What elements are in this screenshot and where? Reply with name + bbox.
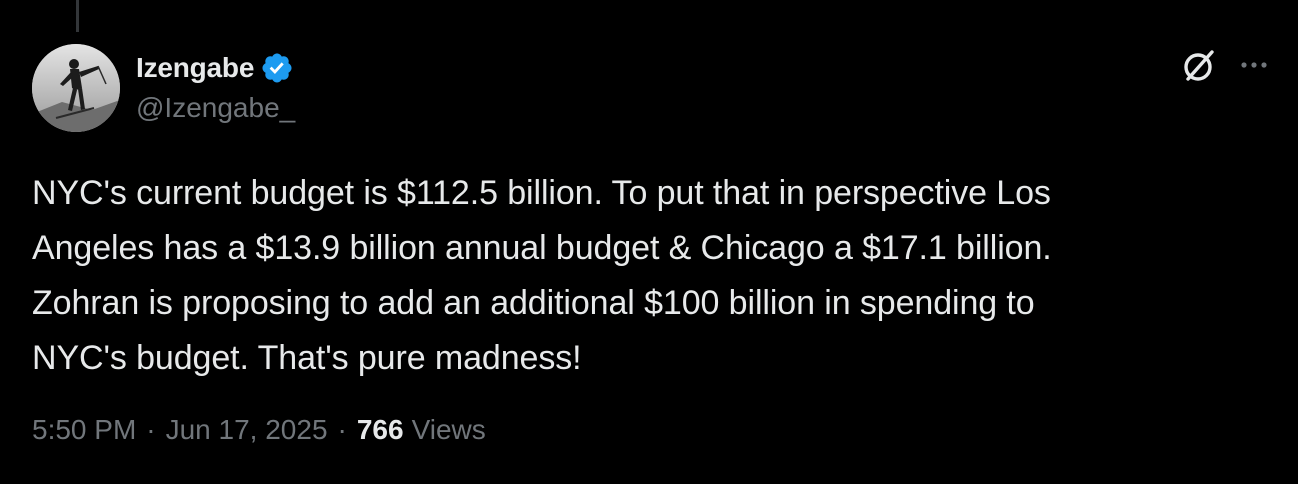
avatar[interactable] <box>32 44 120 132</box>
verified-badge-icon[interactable] <box>260 51 294 85</box>
avatar-photo <box>32 44 120 132</box>
grok-icon[interactable] <box>1179 46 1219 86</box>
tweet-meta: 5:50 PM · Jun 17, 2025 · 766 Views <box>32 414 486 446</box>
meta-separator: · <box>337 414 347 445</box>
thread-connector-line <box>76 0 79 32</box>
author-display-name[interactable]: Izengabe <box>136 52 254 84</box>
author-handle[interactable]: @Izengabe_ <box>136 92 295 124</box>
tweet-time[interactable]: 5:50 PM <box>32 414 136 446</box>
more-options-icon[interactable] <box>1236 50 1272 80</box>
views-label[interactable]: Views <box>412 414 486 446</box>
author-name-row[interactable]: Izengabe <box>136 48 294 88</box>
tweet-date[interactable]: Jun 17, 2025 <box>166 414 328 446</box>
tweet-text: NYC's current budget is $112.5 billion. … <box>32 174 1052 377</box>
meta-separator: · <box>146 414 156 445</box>
views-count[interactable]: 766 <box>357 414 404 446</box>
